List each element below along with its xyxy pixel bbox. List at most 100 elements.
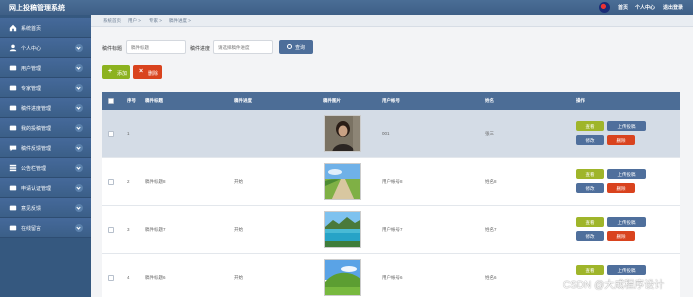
row-checkbox[interactable] — [108, 131, 114, 137]
close-icon: × — [139, 68, 144, 75]
view-button-label: 查看 — [585, 124, 595, 129]
manuscript-image — [324, 211, 361, 248]
chevron-down-icon[interactable] — [75, 164, 83, 172]
sidebar-item-label: 个人中心 — [21, 46, 42, 52]
column-header: 操作 — [576, 98, 585, 103]
expert-icon — [9, 85, 17, 91]
sidebar-item-label: 公告栏管理 — [21, 166, 47, 172]
sidebar-item-label: 稿件进度管理 — [21, 106, 52, 112]
view-button-label: 查看 — [585, 220, 595, 225]
chevron-down-icon[interactable] — [75, 204, 83, 212]
add-button[interactable]: + 添加 — [102, 65, 130, 79]
row-account: 用户帐号6 — [382, 275, 403, 280]
sidebar-item-label: 意见反馈 — [21, 206, 42, 212]
delete-button[interactable]: 删除 — [607, 231, 635, 241]
upload-button-label: 上传投稿 — [617, 220, 636, 225]
table-row[interactable]: 2 稿件标题8 开始 用户帐号8 姓名8 查看 上传投稿 修改 删除 — [102, 158, 680, 206]
sidebar-item-label: 专家管理 — [21, 86, 42, 92]
users-icon — [9, 65, 17, 71]
add-button-label: 添加 — [117, 70, 128, 77]
progress-icon — [9, 105, 17, 111]
view-button[interactable]: 查看 — [576, 121, 604, 131]
delete-button[interactable]: 删除 — [607, 183, 635, 193]
delete-button-label: 删除 — [616, 234, 626, 239]
view-button-label: 查看 — [585, 172, 595, 177]
chevron-down-icon[interactable] — [75, 124, 83, 132]
column-header: 稿件进度 — [234, 98, 252, 103]
nav-profile-link[interactable]: 个人中心 — [635, 4, 655, 11]
select-all-checkbox[interactable] — [108, 98, 114, 104]
search-button[interactable]: 查询 — [279, 40, 313, 54]
feedback-icon — [9, 145, 17, 152]
row-checkbox[interactable] — [108, 275, 114, 281]
progress-select[interactable] — [213, 40, 273, 54]
row-title: 稿件标题7 — [145, 227, 166, 232]
sidebar-item-label: 申请认证管理 — [21, 186, 52, 192]
nav-home-link[interactable]: 首页 — [618, 4, 628, 11]
breadcrumb-home[interactable]: 系统首页 — [103, 18, 121, 24]
sidebar-item-label: 系统首页 — [21, 26, 42, 32]
title-search-input[interactable] — [126, 40, 186, 54]
breadcrumb-expert[interactable]: 专家 > — [149, 18, 162, 24]
table-header: 序号 稿件标题 稿件进度 稿件图片 用户帐号 姓名 操作 — [102, 92, 680, 110]
row-progress: 开始 — [234, 227, 243, 232]
sidebar-item-label: 我的投稿管理 — [21, 126, 52, 132]
sidebar-item-notices[interactable]: 公告栏管理 — [0, 158, 91, 178]
sidebar-item-manuscripts[interactable]: 我的投稿管理 — [0, 118, 91, 138]
delete-button[interactable]: 删除 — [607, 135, 635, 145]
sidebar-item-label: 用户管理 — [21, 66, 42, 72]
view-button-label: 查看 — [585, 268, 595, 273]
sidebar-item-label: 在线留言 — [21, 226, 42, 232]
sidebar-item-feedback[interactable]: 稿件反馈管理 — [0, 138, 91, 158]
top-bar: 网上投稿管理系统 首页 个人中心 退出登录 — [0, 0, 693, 15]
edit-button[interactable]: 修改 — [576, 183, 604, 193]
chevron-down-icon[interactable] — [75, 184, 83, 192]
breadcrumb-user[interactable]: 用户 > — [128, 18, 141, 24]
search-button-label: 查询 — [295, 45, 306, 51]
nav-logout-link[interactable]: 退出登录 — [663, 4, 683, 11]
sidebar-item-messages[interactable]: 在线留言 — [0, 218, 91, 238]
view-button[interactable]: 查看 — [576, 217, 604, 227]
row-index: 2 — [127, 179, 130, 184]
sidebar-item-opinion[interactable]: 意见反馈 — [0, 198, 91, 218]
row-checkbox[interactable] — [108, 227, 114, 233]
table-row[interactable]: 3 稿件标题7 开始 用户帐号7 姓名7 查看 上传投稿 修改 删除 — [102, 206, 680, 254]
upload-button-label: 上传投稿 — [617, 172, 636, 177]
sidebar-item-home[interactable]: 系统首页 — [0, 18, 91, 38]
manuscript-image — [324, 163, 361, 200]
row-checkbox[interactable] — [108, 179, 114, 185]
app-title: 网上投稿管理系统 — [9, 3, 65, 12]
row-name: 姓名6 — [485, 275, 497, 280]
sidebar-item-users[interactable]: 用户管理 — [0, 58, 91, 78]
view-button[interactable]: 查看 — [576, 265, 604, 275]
upload-button[interactable]: 上传投稿 — [607, 121, 646, 131]
row-name: 张三 — [485, 131, 494, 136]
chevron-down-icon[interactable] — [75, 84, 83, 92]
chevron-down-icon[interactable] — [75, 144, 83, 152]
upload-button[interactable]: 上传投稿 — [607, 265, 646, 275]
sidebar-item-progress[interactable]: 稿件进度管理 — [0, 98, 91, 118]
chevron-down-icon[interactable] — [75, 44, 83, 52]
edit-button[interactable]: 修改 — [576, 231, 604, 241]
delete-button-label: 删除 — [616, 186, 626, 191]
chevron-down-icon[interactable] — [75, 104, 83, 112]
opinion-icon — [9, 205, 17, 211]
upload-button[interactable]: 上传投稿 — [607, 217, 646, 227]
edit-button[interactable]: 修改 — [576, 135, 604, 145]
breadcrumb: 系统首页 用户 > 专家 > 稿件进度 > — [91, 15, 693, 27]
column-header: 序号 — [127, 98, 136, 103]
row-name: 姓名7 — [485, 227, 497, 232]
delete-button-label: 删除 — [148, 70, 159, 77]
chevron-down-icon[interactable] — [75, 64, 83, 72]
sidebar-item-certification[interactable]: 申请认证管理 — [0, 178, 91, 198]
view-button[interactable]: 查看 — [576, 169, 604, 179]
batch-delete-button[interactable]: × 删除 — [133, 65, 162, 79]
sidebar-item-profile[interactable]: 个人中心 — [0, 38, 91, 58]
watermark: CSDN @大成程序设计 — [563, 280, 665, 291]
avatar[interactable] — [599, 2, 610, 13]
table-row[interactable]: 1 001 张三 查看 上传投稿 修改 删除 — [102, 110, 680, 158]
chevron-down-icon[interactable] — [75, 224, 83, 232]
sidebar-item-experts[interactable]: 专家管理 — [0, 78, 91, 98]
delete-button-label: 删除 — [616, 138, 626, 143]
upload-button[interactable]: 上传投稿 — [607, 169, 646, 179]
